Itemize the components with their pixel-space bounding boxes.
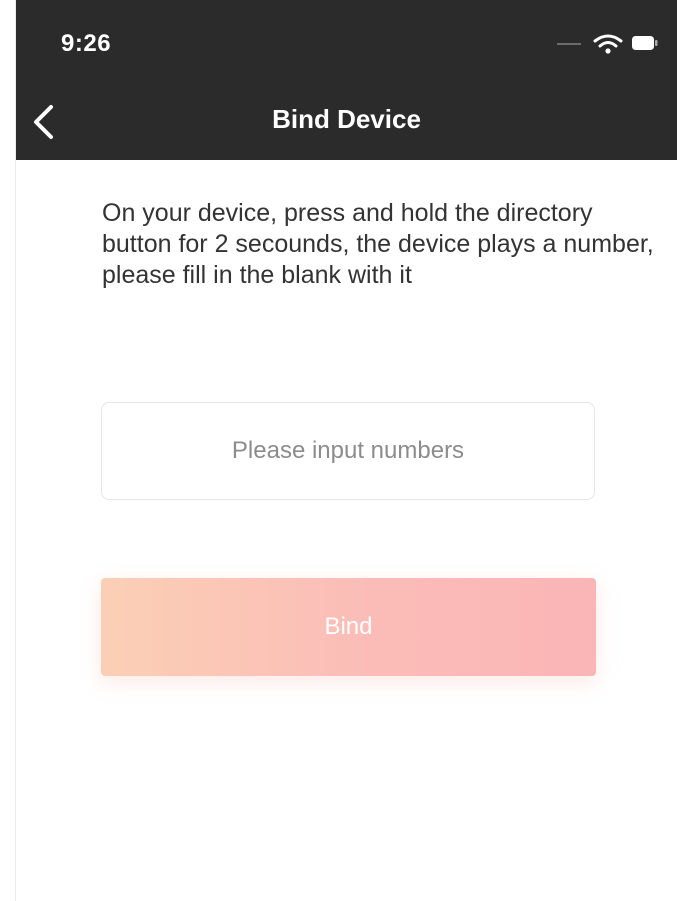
bind-device-screen: 9:26 Bind Device On your device, press a… [0,0,677,901]
instructions-text: On your device, press and hold the direc… [102,199,654,289]
wifi-icon [593,34,623,54]
number-input[interactable] [101,402,595,500]
top-bar: 9:26 Bind Device [16,0,677,160]
status-icons [551,33,661,54]
cellular-signal-icon [557,43,581,45]
left-edge-divider [0,0,16,901]
bind-button[interactable]: Bind [101,578,596,676]
status-time: 9:26 [61,30,112,57]
page-title: Bind Device [272,104,421,134]
battery-icon [632,36,658,50]
